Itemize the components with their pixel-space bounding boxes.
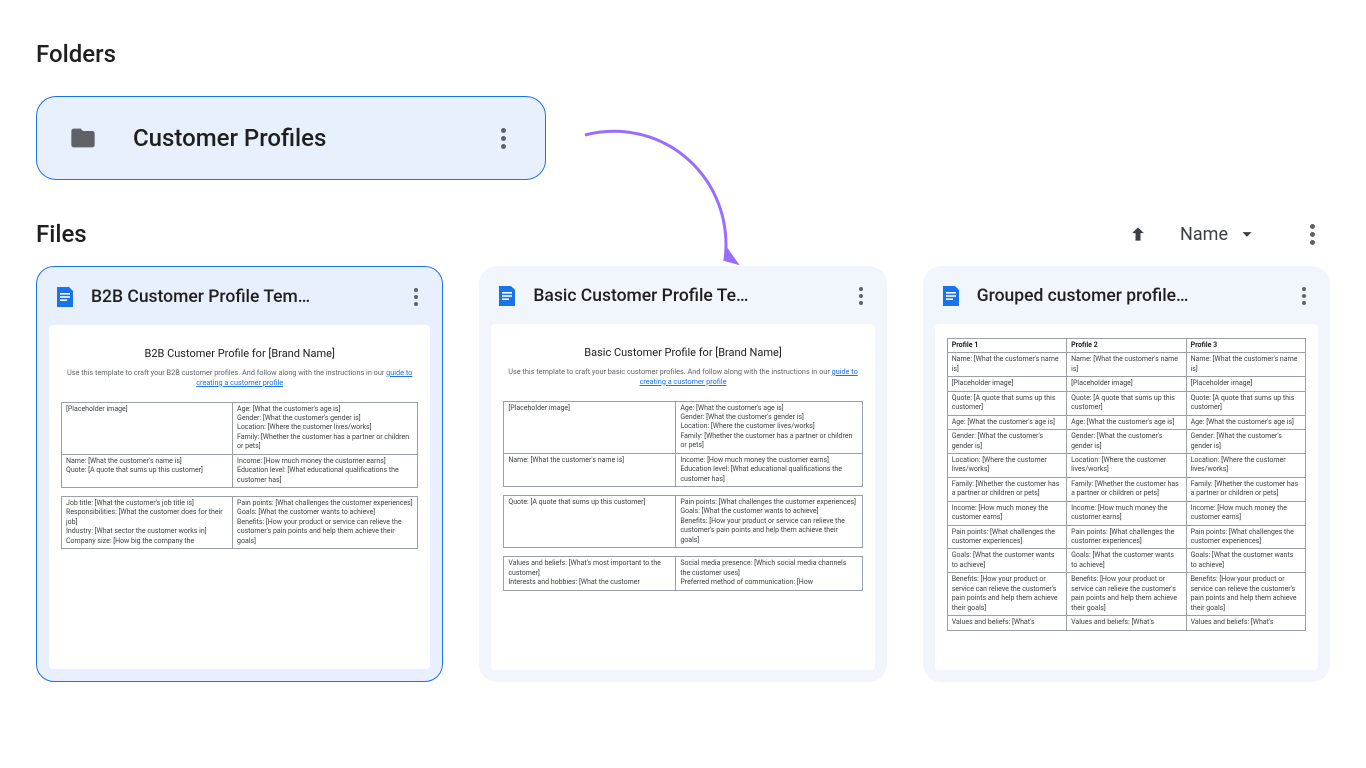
- file-title: Basic Customer Profile Te…: [533, 286, 832, 306]
- section-title-files: Files: [36, 220, 1128, 248]
- folder-icon: [65, 124, 101, 152]
- folder-customer-profiles[interactable]: Customer Profiles: [36, 96, 546, 180]
- file-preview: B2B Customer Profile for [Brand Name] Us…: [49, 325, 430, 669]
- file-title: B2B Customer Profile Tem…: [91, 287, 388, 307]
- folder-name: Customer Profiles: [133, 124, 489, 152]
- file-card-grouped[interactable]: Grouped customer profile… Profile 1Profi…: [923, 266, 1330, 682]
- google-doc-icon: [53, 283, 77, 311]
- file-preview: Basic Customer Profile for [Brand Name] …: [491, 324, 874, 670]
- file-preview: Profile 1Profile 2Profile 3Name: [What t…: [935, 324, 1318, 670]
- sort-field-label: Name: [1180, 224, 1228, 245]
- sort-direction-button[interactable]: [1128, 224, 1148, 244]
- file-card-basic[interactable]: Basic Customer Profile Te… Basic Custome…: [479, 266, 886, 682]
- section-title-folders: Folders: [36, 40, 1330, 68]
- files-more-button[interactable]: [1298, 220, 1326, 248]
- folder-more-button[interactable]: [489, 124, 517, 152]
- google-doc-icon: [939, 282, 963, 310]
- caret-down-icon: [1236, 223, 1258, 245]
- google-doc-icon: [495, 282, 519, 310]
- file-more-button[interactable]: [402, 283, 430, 311]
- arrow-up-icon: [1128, 224, 1148, 244]
- files-grid: B2B Customer Profile Tem… B2B Customer P…: [36, 266, 1330, 682]
- sort-field-dropdown[interactable]: Name: [1180, 223, 1258, 245]
- file-more-button[interactable]: [1290, 282, 1318, 310]
- file-more-button[interactable]: [847, 282, 875, 310]
- file-title: Grouped customer profile…: [977, 286, 1276, 306]
- file-card-b2b[interactable]: B2B Customer Profile Tem… B2B Customer P…: [36, 266, 443, 682]
